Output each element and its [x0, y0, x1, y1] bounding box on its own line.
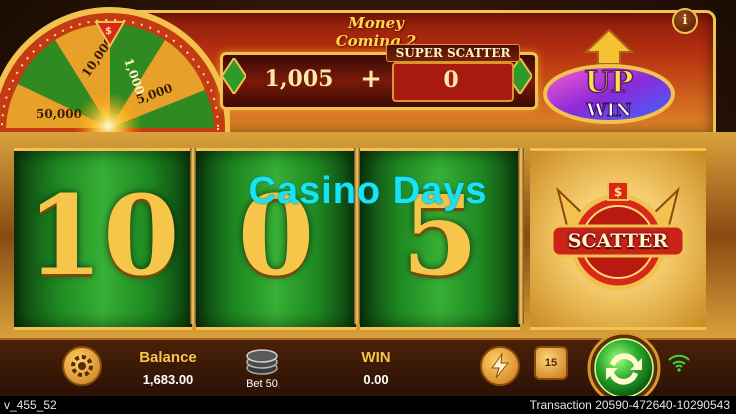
- transaction-label: Transaction 20590-472640-10290543: [529, 398, 730, 412]
- balance-label: Balance: [139, 349, 197, 366]
- bet-value: 50: [265, 378, 278, 390]
- bet-label: Bet: [246, 378, 263, 390]
- arrow-up-icon: [583, 28, 635, 65]
- gem-left-icon: [222, 58, 246, 94]
- turbo-button[interactable]: [480, 346, 520, 386]
- version-label: v_455_52: [4, 398, 57, 412]
- watermark-text: Casino Days: [248, 170, 488, 212]
- dollar-icon: $: [105, 26, 112, 37]
- lightning-icon: [491, 352, 510, 379]
- game-stage: Money Coming 2 i 10,000 1,000 50,000 5,0…: [0, 0, 736, 414]
- super-scatter-label: SUPER SCATTER: [386, 44, 520, 62]
- auto-spin-button[interactable]: 15: [534, 346, 568, 380]
- scatter-label: SCATTER: [567, 230, 669, 252]
- super-scatter-value: 0: [443, 67, 459, 93]
- prize-wheel: 10,000 1,000 50,000 5,000 $: [0, 7, 230, 150]
- coin-stack-icon[interactable]: [244, 346, 280, 376]
- wifi-icon: [668, 354, 690, 372]
- bet-display[interactable]: Bet 50: [236, 378, 288, 390]
- settings-button[interactable]: [62, 346, 102, 386]
- counter-value: 1,005: [264, 66, 334, 92]
- win-value: 0.00: [363, 372, 389, 387]
- win-label: WIN: [361, 349, 391, 366]
- up-win-badge: UP WIN: [543, 28, 675, 124]
- plus-sign: +: [360, 64, 382, 94]
- up-text: UP: [585, 65, 634, 100]
- gear-icon: [71, 355, 93, 377]
- win-text: WIN: [585, 100, 631, 121]
- balance-value: 1,683.00: [142, 372, 194, 387]
- spin-button[interactable]: [586, 330, 662, 406]
